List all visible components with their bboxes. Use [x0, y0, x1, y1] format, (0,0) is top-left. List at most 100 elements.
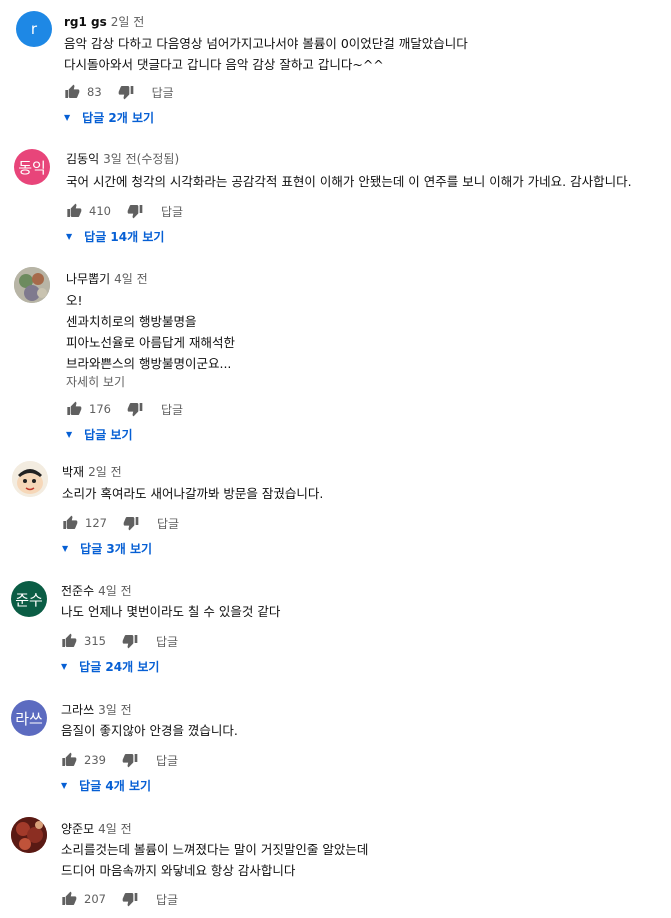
comment-time[interactable]: 2일 전 [88, 465, 122, 479]
dislike-button[interactable] [127, 203, 143, 219]
view-replies-label: 답글 보기 [84, 427, 133, 442]
comment-header: 전준수 4일 전 [61, 582, 132, 599]
comment-text: 오! 센과치히로의 행방불명을 피아노선율로 아름답게 재해석한 브라와쁜스의 … [66, 293, 235, 371]
comment-header: 나무뽑기 4일 전 [66, 270, 148, 287]
view-replies-label: 답글 3개 보기 [80, 541, 153, 556]
thumbs-up-icon [61, 752, 77, 768]
comment-actions: 315 답글 [61, 631, 178, 651]
comment-actions: 176 답글 [66, 399, 183, 419]
avatar[interactable] [11, 817, 47, 853]
like-count: 207 [84, 892, 106, 906]
thumbs-up-icon [62, 515, 78, 531]
like-button[interactable] [61, 752, 77, 768]
comment-header: 양준모 4일 전 [61, 820, 132, 837]
avatar[interactable]: 라쓰 [11, 700, 47, 736]
comment-time[interactable]: 3일 전(수정됨) [103, 152, 179, 166]
like-count: 315 [84, 634, 106, 648]
avatar-cartoon [12, 461, 48, 497]
view-replies-button[interactable]: ▼ 답글 14개 보기 [66, 226, 164, 246]
author-name[interactable]: 전준수 [61, 584, 94, 598]
caret-down-icon: ▼ [64, 112, 71, 122]
reply-button[interactable]: 답글 [157, 515, 179, 532]
comment-text: 소리를것는데 볼륨이 느껴졌다는 말이 거짓말인줄 알았는데 드디어 마음속까지… [61, 842, 369, 878]
thumbs-up-icon [61, 891, 77, 907]
caret-down-icon: ▼ [61, 780, 68, 790]
author-name[interactable]: 박재 [62, 465, 84, 479]
avatar[interactable]: r [16, 11, 52, 47]
comment-text: 국어 시간에 청각의 시각화라는 공감각적 표현이 이해가 안됐는데 이 연주를… [66, 174, 632, 189]
reply-button[interactable]: 답글 [152, 84, 174, 101]
view-replies-button[interactable]: ▼ 답글 보기 [66, 424, 133, 444]
comment-actions: 127 답글 [62, 513, 179, 533]
comment-text: 나도 언제나 몇번이라도 칠 수 있을것 같다 [61, 604, 281, 619]
like-button[interactable] [61, 633, 77, 649]
author-name[interactable]: 나무뽑기 [66, 272, 110, 286]
dislike-button[interactable] [127, 401, 143, 417]
like-count: 176 [89, 402, 111, 416]
dislike-button[interactable] [118, 84, 134, 100]
like-button[interactable] [64, 84, 80, 100]
comment-text: 소리가 혹여라도 새어나갈까봐 방문을 잠궜습니다. [62, 486, 324, 501]
thumbs-up-icon [61, 633, 77, 649]
author-name[interactable]: 그라쓰 [61, 703, 94, 717]
thumbs-down-icon [118, 84, 134, 100]
comment-text: 음질이 좋지않아 안경을 꼈습니다. [61, 723, 238, 738]
reply-button[interactable]: 답글 [161, 203, 183, 220]
read-more-link[interactable]: 자세히 보기 [66, 373, 125, 390]
avatar-photo [14, 267, 50, 303]
comment-text: 음악 감상 다하고 다음영상 넘어가지고나서야 볼륨이 0이었단걸 깨달았습니다… [64, 36, 468, 72]
comment-header: 김동익 3일 전(수정됨) [66, 150, 179, 167]
avatar[interactable] [12, 461, 48, 497]
view-replies-button[interactable]: ▼ 답글 2개 보기 [64, 107, 154, 127]
comment-time[interactable]: 4일 전 [98, 584, 132, 598]
comment-header: 박재 2일 전 [62, 463, 122, 480]
comment-time[interactable]: 2일 전 [111, 15, 145, 29]
comment-time[interactable]: 4일 전 [114, 272, 148, 286]
author-name[interactable]: 김동익 [66, 152, 99, 166]
comment-actions: 83 답글 [64, 82, 174, 102]
like-button[interactable] [61, 891, 77, 907]
reply-button[interactable]: 답글 [156, 752, 178, 769]
caret-down-icon: ▼ [62, 543, 69, 553]
like-count: 239 [84, 753, 106, 767]
view-replies-button[interactable]: ▼ 답글 24개 보기 [61, 656, 159, 676]
caret-down-icon: ▼ [66, 429, 73, 439]
reply-button[interactable]: 답글 [161, 401, 183, 418]
thumbs-down-icon [122, 633, 138, 649]
avatar[interactable]: 준수 [11, 581, 47, 617]
author-name[interactable]: rg1 gs [64, 15, 107, 29]
avatar[interactable]: 동익 [14, 149, 50, 185]
author-name[interactable]: 양준모 [61, 822, 94, 836]
comment-time[interactable]: 3일 전 [98, 703, 132, 717]
comment-time[interactable]: 4일 전 [98, 822, 132, 836]
comment-actions: 239 답글 [61, 750, 178, 770]
thumbs-down-icon [127, 203, 143, 219]
comment-actions: 410 답글 [66, 201, 183, 221]
thumbs-down-icon [122, 752, 138, 768]
view-replies-label: 답글 14개 보기 [84, 229, 165, 244]
caret-down-icon: ▼ [61, 661, 68, 671]
reply-button[interactable]: 답글 [156, 633, 178, 650]
view-replies-label: 답글 2개 보기 [82, 110, 155, 125]
like-button[interactable] [66, 203, 82, 219]
thumbs-down-icon [122, 891, 138, 907]
comment-actions: 207 답글 [61, 889, 178, 909]
like-count: 127 [85, 516, 107, 530]
comment-header: 그라쓰 3일 전 [61, 701, 132, 718]
thumbs-up-icon [66, 203, 82, 219]
view-replies-button[interactable]: ▼ 답글 4개 보기 [61, 775, 151, 795]
comment-header: rg1 gs 2일 전 [64, 13, 144, 30]
dislike-button[interactable] [123, 515, 139, 531]
avatar[interactable] [14, 267, 50, 303]
dislike-button[interactable] [122, 752, 138, 768]
like-button[interactable] [66, 401, 82, 417]
like-count: 410 [89, 204, 111, 218]
like-button[interactable] [62, 515, 78, 531]
dislike-button[interactable] [122, 633, 138, 649]
view-replies-label: 답글 24개 보기 [79, 659, 160, 674]
reply-button[interactable]: 답글 [156, 891, 178, 908]
view-replies-button[interactable]: ▼ 답글 3개 보기 [62, 538, 152, 558]
dislike-button[interactable] [122, 891, 138, 907]
thumbs-down-icon [127, 401, 143, 417]
thumbs-up-icon [66, 401, 82, 417]
